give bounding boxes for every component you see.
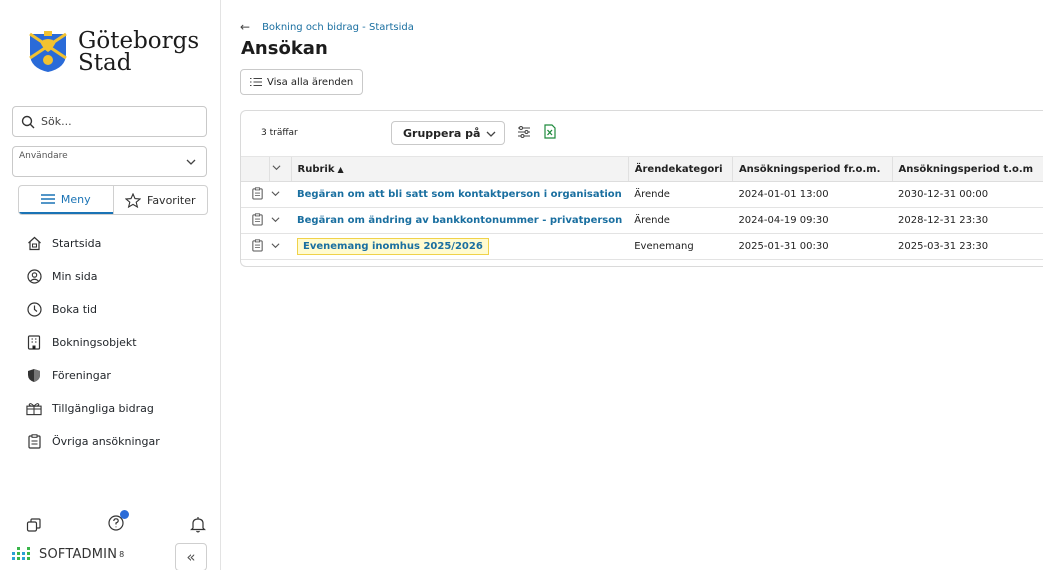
windows-icon[interactable]	[26, 517, 42, 533]
sidebar-item-label: Min sida	[52, 270, 98, 283]
tab-favorites[interactable]: Favoriter	[112, 186, 208, 214]
sidebar-item-label: Startsida	[52, 237, 102, 250]
sidebar-item-foreningar[interactable]: Föreningar	[26, 359, 160, 392]
row-category: Ärende	[628, 181, 733, 208]
table-header-row: Rubrik ▲ Ärendekategori Ansökningsperiod …	[241, 156, 1043, 182]
sort-ascending-icon: ▲	[337, 164, 344, 174]
sidebar-nav: Startsida Min sida Boka tid Bokningsobje…	[26, 227, 160, 458]
row-period-from: 2025-01-31 00:30	[732, 233, 893, 260]
column-header-rubrik[interactable]: Rubrik ▲	[290, 156, 629, 182]
chevron-down-icon	[271, 190, 280, 196]
coat-of-arms-icon	[29, 31, 67, 72]
search-box[interactable]	[12, 106, 207, 137]
group-by-select[interactable]: Gruppera på	[391, 121, 505, 145]
row-expand-toggle[interactable]	[269, 181, 291, 208]
bell-icon[interactable]	[190, 516, 206, 533]
chevron-down-icon	[272, 165, 280, 171]
sidebar-item-tillgangliga-bidrag[interactable]: Tillgängliga bidrag	[26, 392, 160, 425]
clipboard-icon[interactable]	[241, 207, 269, 234]
table-row[interactable]: Begäran om att bli satt som kontaktperso…	[241, 181, 1043, 208]
show-all-label: Visa alla ärenden	[267, 76, 354, 88]
user-select-label: Användare	[19, 151, 68, 161]
sidebar: Göteborgs Stad Användare Meny Favoriter	[0, 0, 221, 570]
clipboard-icon[interactable]	[241, 181, 269, 208]
tab-favorites-label: Favoriter	[147, 193, 196, 207]
column-header-arendekategori[interactable]: Ärendekategori	[627, 156, 733, 182]
row-title-link[interactable]: Begäran om ändring av bankkontonummer - …	[291, 207, 629, 234]
home-icon	[26, 236, 42, 252]
row-period-to: 2025-03-31 23:30	[892, 233, 1043, 260]
row-expand-toggle[interactable]	[269, 233, 291, 260]
hamburger-icon	[40, 194, 55, 204]
hit-count: 3 träffar	[261, 128, 298, 138]
row-period-to: 2030-12-31 00:00	[892, 181, 1043, 208]
table-row[interactable]: Begäran om ändring av bankkontonummer - …	[241, 207, 1043, 234]
sidebar-item-label: Tillgängliga bidrag	[52, 402, 154, 415]
softadmin-label: SOFTADMIN	[39, 546, 118, 562]
logo-line-1: Göteborgs	[78, 28, 200, 54]
row-period-from: 2024-01-01 13:00	[732, 181, 893, 208]
chevron-down-icon	[486, 131, 496, 137]
logo-line-2: Stad	[78, 50, 132, 76]
clipboard-icon[interactable]	[241, 233, 269, 260]
results-table: Rubrik ▲ Ärendekategori Ansökningsperiod …	[241, 156, 1043, 260]
back-arrow-icon[interactable]: ←	[240, 20, 250, 34]
menu-favorites-toggle: Meny Favoriter	[18, 185, 208, 215]
expand-all-toggle[interactable]	[268, 156, 291, 182]
sidebar-item-bokningsobjekt[interactable]: Bokningsobjekt	[26, 326, 160, 359]
sidebar-item-ovriga-ansokningar[interactable]: Övriga ansökningar	[26, 425, 160, 458]
row-period-from: 2024-04-19 09:30	[732, 207, 893, 234]
sidebar-item-label: Boka tid	[52, 303, 98, 316]
sidebar-bottom-icons	[26, 510, 206, 535]
softadmin-brand: SOFTADMIN 8	[12, 545, 124, 563]
group-by-label: Gruppera på	[403, 126, 481, 140]
column-header-period-to[interactable]: Ansökningsperiod t.o.m	[891, 156, 1043, 182]
collapse-sidebar-button[interactable]: «	[175, 543, 207, 570]
row-category: Ärende	[628, 207, 733, 234]
building-icon	[26, 335, 42, 351]
user-select[interactable]: Användare	[12, 146, 207, 177]
table-row[interactable]: Evenemang inomhus 2025/2026 Evenemang 20…	[241, 233, 1043, 260]
chevron-down-icon	[186, 159, 196, 165]
row-category: Evenemang	[628, 233, 733, 260]
chevron-down-icon	[271, 216, 280, 222]
search-icon	[21, 115, 35, 128]
shield-icon	[26, 368, 42, 384]
sidebar-item-min-sida[interactable]: Min sida	[26, 260, 160, 293]
user-icon	[26, 269, 42, 285]
star-icon	[125, 192, 141, 208]
gift-icon	[26, 401, 42, 417]
sidebar-item-boka-tid[interactable]: Boka tid	[26, 293, 160, 326]
column-header-period-from[interactable]: Ansökningsperiod fr.o.m.	[731, 156, 893, 182]
page-title: Ansökan	[241, 38, 328, 59]
softadmin-logo-icon	[12, 547, 30, 560]
notification-badge	[120, 510, 129, 519]
sidebar-item-startsida[interactable]: Startsida	[26, 227, 160, 260]
show-all-button[interactable]: Visa alla ärenden	[240, 69, 364, 95]
filter-settings-icon[interactable]	[517, 125, 531, 139]
chevron-down-icon	[271, 242, 280, 248]
row-title-link-highlighted[interactable]: Evenemang inomhus 2025/2026	[297, 238, 489, 255]
sidebar-item-label: Bokningsobjekt	[52, 336, 137, 349]
goteborgs-stad-logo[interactable]: Göteborgs Stad	[26, 28, 200, 76]
clipboard-icon	[26, 434, 42, 450]
tab-menu-label: Meny	[60, 192, 91, 206]
list-icon	[250, 77, 262, 87]
double-chevron-left-icon: «	[186, 548, 196, 566]
clock-icon	[26, 302, 42, 318]
row-period-to: 2028-12-31 23:30	[892, 207, 1043, 234]
sidebar-item-label: Föreningar	[52, 369, 111, 382]
excel-export-icon[interactable]	[544, 124, 556, 139]
breadcrumb-link[interactable]: Bokning och bidrag - Startsida	[262, 22, 414, 33]
softadmin-version: 8	[119, 549, 125, 559]
sidebar-item-label: Övriga ansökningar	[52, 435, 160, 448]
breadcrumb: ← Bokning och bidrag - Startsida	[240, 20, 414, 34]
results-panel: 3 träffar Gruppera på Rubrik ▲ Ärendekate…	[240, 110, 1043, 267]
tab-menu[interactable]: Meny	[19, 186, 113, 214]
row-expand-toggle[interactable]	[269, 207, 291, 234]
search-input[interactable]	[41, 115, 191, 128]
help-button[interactable]	[107, 510, 129, 535]
row-title-link[interactable]: Begäran om att bli satt som kontaktperso…	[291, 181, 629, 208]
